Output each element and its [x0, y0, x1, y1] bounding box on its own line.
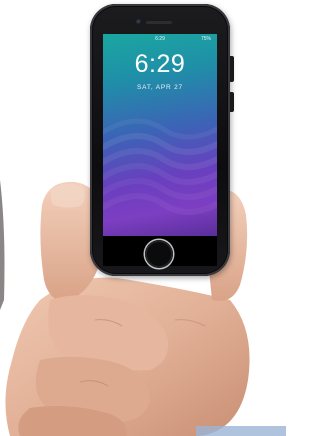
lock-clock: 6:29 — [134, 50, 186, 78]
power-button[interactable] — [230, 56, 234, 82]
earpiece-speaker — [146, 21, 172, 24]
volume-button[interactable] — [230, 92, 234, 112]
lock-screen[interactable]: 6:29 75% 6:29 SAT, APR 27 — [103, 34, 217, 236]
left-shadow-edge — [0, 180, 5, 310]
status-bar: 6:29 75% — [103, 36, 217, 44]
status-time: 6:29 — [155, 36, 165, 42]
lock-date: SAT, APR 27 — [137, 84, 183, 91]
thumb-nail — [50, 183, 85, 208]
background-object — [196, 426, 286, 436]
scene: 6:29 75% 6:29 SAT, APR 27 — [0, 0, 286, 436]
smartphone: 6:29 75% 6:29 SAT, APR 27 — [90, 4, 234, 276]
front-camera — [136, 19, 142, 25]
battery-indicator: 75% — [200, 36, 211, 42]
home-button[interactable] — [145, 240, 173, 268]
